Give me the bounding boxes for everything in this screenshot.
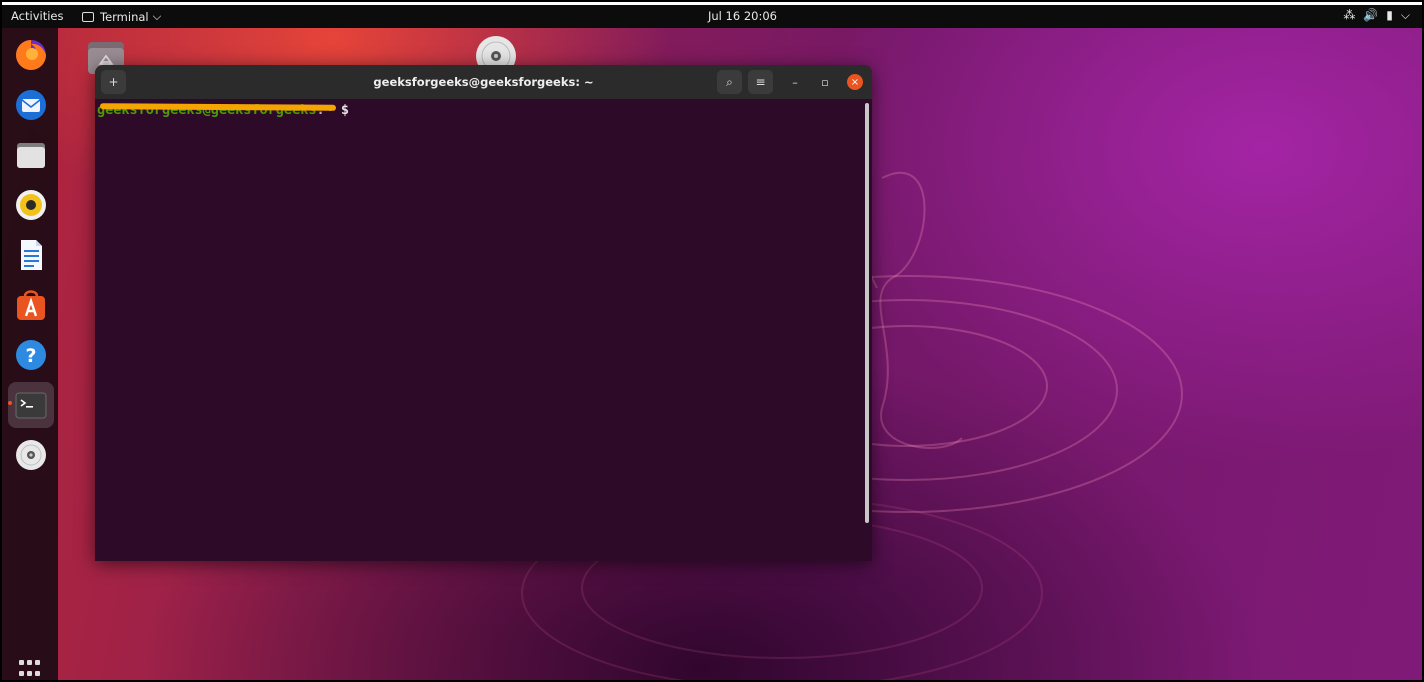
minimize-icon: – [792, 75, 798, 89]
window-titlebar[interactable]: + geeksforgeeks@geeksforgeeks: ~ ⌕ ≡ – ▫… [95, 65, 872, 99]
close-icon: × [850, 76, 860, 88]
chevron-down-icon: ⌵ [1400, 8, 1410, 22]
grid-dot [35, 660, 40, 665]
software-center-icon [17, 290, 45, 320]
prompt-symbol: $ [340, 102, 350, 118]
help-icon: ? [16, 340, 46, 370]
hamburger-menu-icon: ≡ [755, 75, 766, 89]
grid-dot [19, 660, 24, 665]
running-indicator [8, 401, 12, 405]
dock-item-dvd[interactable] [8, 432, 54, 478]
libreoffice-writer-icon [21, 240, 42, 270]
grid-dot [27, 660, 32, 665]
app-menu[interactable]: Terminal ⌵ [82, 9, 161, 24]
system-tray[interactable]: ⁂ 🔊 ▮ ⌵ [1343, 8, 1410, 23]
thunderbird-icon [16, 90, 46, 120]
show-applications-icon[interactable] [19, 660, 43, 678]
terminal-window[interactable]: + geeksforgeeks@geeksforgeeks: ~ ⌕ ≡ – ▫… [95, 65, 872, 561]
files-icon [17, 143, 45, 168]
dock-item-terminal[interactable] [8, 382, 54, 428]
svg-text:?: ? [25, 345, 36, 367]
terminal-scrollbar[interactable] [865, 103, 869, 523]
network-icon: ⁂ [1343, 8, 1356, 22]
dock-item-files[interactable] [8, 132, 54, 178]
screen-frame: Activities Terminal ⌵ Jul 16 20:06 ⁂ 🔊 ▮… [0, 0, 1424, 682]
maximize-icon: ▫ [821, 75, 829, 89]
search-button[interactable]: ⌕ [717, 70, 742, 94]
terminal-app-icon [82, 11, 94, 22]
close-button[interactable]: × [847, 74, 863, 90]
grid-dot [35, 670, 40, 676]
maximize-button[interactable]: ▫ [817, 74, 833, 90]
dock-item-software[interactable] [8, 282, 54, 328]
app-menu-label: Terminal [100, 9, 149, 24]
minimize-button[interactable]: – [787, 74, 803, 90]
dock-item-help[interactable]: ? [8, 332, 54, 378]
dock-item-thunderbird[interactable] [8, 82, 54, 128]
grid-dot [19, 670, 24, 676]
battery-icon: ▮ [1386, 8, 1393, 22]
chevron-down-icon: ⌵ [152, 9, 162, 23]
dvd-drive-icon [16, 440, 46, 470]
dock-item-firefox[interactable] [8, 32, 54, 78]
volume-icon: 🔊 [1363, 8, 1379, 22]
dock-item-rhythmbox[interactable] [8, 182, 54, 228]
terminal-content[interactable]: geeksforgeeks@geeksforgeeks:~ $ [95, 99, 872, 561]
clock[interactable]: Jul 16 20:06 [708, 9, 777, 23]
firefox-icon [16, 40, 46, 70]
dock-item-writer[interactable] [8, 232, 54, 278]
grid-dot [27, 670, 32, 676]
menu-button[interactable]: ≡ [748, 70, 773, 94]
top-bar: Activities Terminal ⌵ Jul 16 20:06 ⁂ 🔊 ▮… [2, 5, 1422, 28]
activities-button[interactable]: Activities [11, 9, 63, 23]
rhythmbox-icon [16, 190, 46, 220]
dock: ? [2, 28, 58, 680]
search-icon: ⌕ [726, 74, 733, 89]
terminal-icon [15, 392, 47, 419]
